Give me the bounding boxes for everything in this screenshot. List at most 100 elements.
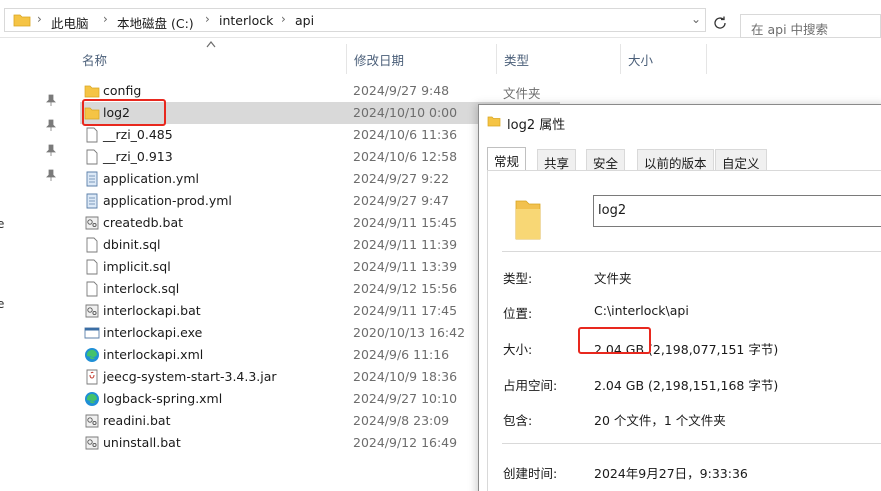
column-divider[interactable] — [496, 44, 497, 74]
refresh-icon[interactable] — [712, 15, 728, 31]
file-date: 2024/9/27 9:48 — [353, 83, 450, 98]
tab-security[interactable]: 安全 — [586, 149, 626, 171]
file-name: application-prod.yml — [103, 193, 232, 208]
size-label: 大小: — [503, 342, 533, 357]
file-name: logback-spring.xml — [103, 391, 223, 406]
file-icon — [86, 281, 98, 297]
tab-bar: 常规 共享 安全 以前的版本 自定义 — [479, 147, 881, 173]
properties-dialog: log2 属性 常规 共享 安全 以前的版本 自定义 log2 类型: 文件夹 … — [478, 104, 881, 491]
file-date: 2024/9/11 11:39 — [353, 237, 458, 252]
size-on-disk-label: 占用空间: — [503, 378, 558, 393]
file-name: application.yml — [103, 171, 199, 186]
breadcrumb-api[interactable]: api — [295, 13, 314, 28]
batch-file-icon — [85, 436, 99, 450]
file-date: 2020/10/13 16:42 — [353, 325, 466, 340]
folder-name-value: log2 — [598, 203, 627, 218]
pin-icon[interactable] — [46, 119, 56, 131]
file-icon — [86, 127, 98, 143]
chevron-right-icon[interactable]: › — [281, 12, 286, 26]
contains-value: 20 个文件，1 个文件夹 — [594, 413, 726, 428]
breadcrumb-this-pc[interactable]: 此电脑 — [51, 13, 89, 32]
contains-label: 包含: — [503, 413, 533, 428]
sort-ascending-icon — [206, 41, 216, 48]
location-label: 位置: — [503, 306, 533, 321]
file-name: readini.bat — [103, 413, 171, 428]
edge-icon — [85, 392, 99, 406]
column-header-type[interactable]: 类型 — [504, 50, 529, 69]
created-value: 2024年9月27日，9:33:36 — [594, 466, 748, 481]
type-value: 文件夹 — [594, 271, 632, 286]
file-type: 文件夹 — [503, 86, 541, 101]
search-input[interactable]: 在 api 中搜索 — [740, 14, 881, 38]
location-value: C:\interlock\api — [594, 303, 689, 318]
highlight-box — [82, 99, 166, 126]
file-date: 2024/9/27 9:47 — [353, 193, 450, 208]
exe-file-icon — [84, 327, 100, 339]
file-icon — [86, 259, 98, 275]
address-bar[interactable]: › 此电脑 › 本地磁盘 (C:) › interlock › api ⌄ — [4, 8, 706, 32]
notepad-file-icon — [86, 193, 98, 209]
file-date: 2024/10/6 12:58 — [353, 149, 458, 164]
column-header-size[interactable]: 大小 — [628, 50, 653, 69]
file-date: 2024/9/8 23:09 — [353, 413, 450, 428]
folder-name-input[interactable]: log2 — [593, 195, 881, 227]
pin-icon[interactable] — [46, 169, 56, 181]
column-divider[interactable] — [620, 44, 621, 74]
folder-icon — [487, 116, 501, 127]
breadcrumb-interlock[interactable]: interlock — [219, 13, 273, 28]
file-date: 2024/10/6 11:36 — [353, 127, 458, 142]
file-name: implicit.sql — [103, 259, 171, 274]
size-on-disk-value: 2.04 GB (2,198,151,168 字节) — [594, 378, 779, 393]
folder-icon — [84, 85, 100, 98]
file-name: config — [103, 83, 142, 98]
file-name: interlockapi.xml — [103, 347, 204, 362]
chevron-right-icon[interactable]: › — [205, 12, 210, 26]
chevron-down-icon[interactable]: ⌄ — [691, 12, 701, 26]
batch-file-icon — [85, 414, 99, 428]
breadcrumb-local-disk[interactable]: 本地磁盘 (C:) — [117, 13, 194, 32]
pin-icon[interactable] — [46, 94, 56, 106]
divider — [502, 443, 881, 444]
tab-customize[interactable]: 自定义 — [715, 149, 767, 171]
column-divider[interactable] — [706, 44, 707, 74]
highlight-box — [578, 327, 651, 354]
address-bar-area: › 此电脑 › 本地磁盘 (C:) › interlock › api ⌄ 在 … — [0, 0, 881, 38]
tab-sharing[interactable]: 共享 — [537, 149, 577, 171]
dialog-title: log2 属性 — [507, 118, 566, 133]
file-name: uninstall.bat — [103, 435, 181, 450]
file-name: createdb.bat — [103, 215, 184, 230]
batch-file-icon — [85, 216, 99, 230]
column-header-name[interactable]: 名称 — [82, 50, 107, 69]
file-name: __rzi_0.913 — [103, 149, 173, 164]
nav-pane-item[interactable]: e — [0, 297, 4, 311]
edge-icon — [85, 348, 99, 362]
chevron-right-icon[interactable]: › — [103, 12, 108, 26]
file-name: __rzi_0.485 — [103, 127, 173, 142]
file-date: 2024/9/11 15:45 — [353, 215, 458, 230]
column-header-date[interactable]: 修改日期 — [354, 50, 404, 69]
divider — [502, 251, 881, 252]
tab-previous-versions[interactable]: 以前的版本 — [637, 149, 714, 171]
chevron-right-icon[interactable]: › — [37, 12, 42, 26]
file-name: interlockapi.bat — [103, 303, 201, 318]
column-divider[interactable] — [346, 44, 347, 74]
file-name: interlock.sql — [103, 281, 180, 296]
search-placeholder: 在 api 中搜索 — [751, 22, 829, 37]
pin-icon[interactable] — [46, 144, 56, 156]
file-date: 2024/9/12 15:56 — [353, 281, 458, 296]
batch-file-icon — [85, 304, 99, 318]
nav-pane-item[interactable]: e — [0, 217, 4, 231]
created-label: 创建时间: — [503, 466, 558, 481]
file-date: 2024/9/27 9:22 — [353, 171, 450, 186]
file-date: 2024/9/27 10:10 — [353, 391, 458, 406]
file-date: 2024/9/6 11:16 — [353, 347, 450, 362]
file-date: 2024/10/10 0:00 — [353, 105, 458, 120]
file-name: jeecg-system-start-3.4.3.jar — [103, 369, 277, 384]
file-date: 2024/9/11 13:39 — [353, 259, 458, 274]
folder-icon — [13, 14, 31, 27]
file-name: interlockapi.exe — [103, 325, 203, 340]
file-icon — [86, 237, 98, 253]
file-date: 2024/10/9 18:36 — [353, 369, 458, 384]
type-label: 类型: — [503, 271, 533, 286]
file-name: dbinit.sql — [103, 237, 161, 252]
